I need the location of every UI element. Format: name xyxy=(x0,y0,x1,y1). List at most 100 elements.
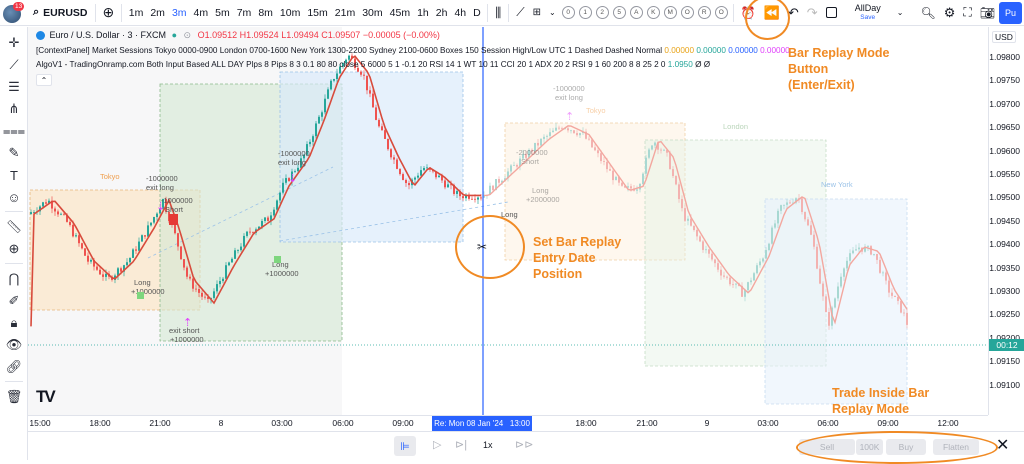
indicator-circle-button[interactable]: O xyxy=(680,6,694,19)
price-tick-label: 1.09700 xyxy=(989,98,1020,109)
dropdown-icon[interactable]: ⌄ xyxy=(545,2,560,24)
candle xyxy=(771,225,773,245)
pitchfork-icon[interactable]: ⋔ xyxy=(3,99,25,119)
time-tick-label: 12:00 xyxy=(937,418,959,428)
interval-2m[interactable]: 2m xyxy=(147,2,169,24)
interval-8m[interactable]: 8m xyxy=(255,2,277,24)
indicator-2-legend[interactable]: AlgoV1 - TradingOnramp.com Both Input Ba… xyxy=(36,60,710,69)
play-icon[interactable]: ▷ xyxy=(433,438,441,451)
indicator-circle-button[interactable]: A xyxy=(629,6,643,19)
divider xyxy=(5,211,23,212)
interval-15m[interactable]: 15m xyxy=(304,2,331,24)
separator xyxy=(94,3,96,22)
link-icon[interactable]: 🔗︎ xyxy=(3,357,25,377)
bar-style-icon[interactable]: ⫼ xyxy=(491,2,505,24)
jump-realtime-icon[interactable]: ⊳⊳ xyxy=(515,438,533,451)
indicator-circle-button[interactable]: R xyxy=(697,6,711,19)
indicator-1-legend[interactable]: [ContextPanel] Market Sessions Tokyo 000… xyxy=(36,46,790,55)
close-replay-icon[interactable]: ✕ xyxy=(996,435,1009,455)
zoom-in-icon[interactable]: ⊕ xyxy=(3,239,25,259)
price-axis[interactable]: USD 1.09800 1.09750 1.09700 1.09650 1.09600 1… xyxy=(988,27,1024,415)
brush-icon[interactable]: ✎ xyxy=(3,143,25,163)
eye-icon[interactable]: 👁︎ xyxy=(3,335,25,355)
separator xyxy=(732,3,734,22)
exit-marker-icon: ⇡ xyxy=(565,111,574,123)
price-tick-label: 1.09750 xyxy=(989,75,1020,86)
interval-D[interactable]: D xyxy=(470,2,485,24)
lock-icon[interactable]: 🔒︎ xyxy=(3,313,25,333)
indicator-circle-button[interactable]: K xyxy=(646,6,660,19)
interval-5m[interactable]: 5m xyxy=(212,2,234,24)
ruler-icon[interactable]: 📏︎ xyxy=(3,217,25,237)
indicator-circle-button[interactable]: 0 xyxy=(561,6,575,19)
change-value: −0.00005 (−0.00%) xyxy=(362,30,440,40)
time-axis[interactable]: 15:00 18:00 21:00 8 03:00 06:00 09:00 18:00 21:0… xyxy=(28,415,988,431)
crosshair-icon[interactable]: ✛ xyxy=(3,33,25,53)
indicator-circle-button[interactable]: 2 xyxy=(595,6,609,19)
interval-30m[interactable]: 30m xyxy=(359,2,386,24)
interval-3m[interactable]: 3m xyxy=(168,2,190,24)
templates-icon[interactable]: ⊞ xyxy=(529,2,545,24)
user-avatar[interactable]: 13 xyxy=(3,1,29,24)
indicator-circle-button[interactable]: O xyxy=(714,6,728,19)
time-tick-label: 8 xyxy=(218,418,224,428)
interval-1h[interactable]: 1h xyxy=(414,2,433,24)
candle xyxy=(870,245,872,256)
magnet-icon[interactable]: ⋂ xyxy=(3,269,25,289)
exit-marker-icon: ⇣ xyxy=(288,173,297,185)
smile-icon[interactable]: ☺ xyxy=(3,187,25,207)
stay-drawing-icon[interactable]: ✐ xyxy=(3,291,25,311)
interval-7m[interactable]: 7m xyxy=(233,2,255,24)
currency-selector[interactable]: USD xyxy=(992,31,1016,43)
interval-21m[interactable]: 21m xyxy=(331,2,358,24)
symbol-title[interactable]: Euro / U.S. Dollar · 3 · FXCM xyxy=(50,30,167,40)
select-bar-button[interactable]: ⊫ xyxy=(394,436,416,456)
horizontal-lines-icon[interactable]: ☰ xyxy=(3,77,25,97)
symbol-flag-icon xyxy=(36,31,45,41)
forward-step-icon[interactable]: ⊳| xyxy=(455,438,467,451)
long-value-4: +2000000 xyxy=(526,195,560,204)
chart-pane[interactable]: Tokyo Tokyo London New York -1000000 exi… xyxy=(28,27,988,415)
interval-2h[interactable]: 2h xyxy=(432,2,451,24)
chevron-down-icon[interactable]: ⌄ xyxy=(893,2,908,24)
publish-button[interactable]: Pu xyxy=(998,1,1022,24)
fullscreen-icon[interactable]: ⛶ xyxy=(959,2,975,24)
replay-control-bar: ⊫ ▷ ⊳| 1x ⊳⊳ Sell 100K Buy Flatten ✕ xyxy=(28,431,1024,464)
exit-long-value: -1000000 xyxy=(146,174,178,183)
layout-name-button[interactable]: AllDay Save xyxy=(851,2,885,24)
redo-icon[interactable]: ↷ xyxy=(803,2,822,24)
interval-4h[interactable]: 4h xyxy=(451,2,470,24)
candle xyxy=(825,294,827,313)
interval-45m[interactable]: 45m xyxy=(386,2,413,24)
interval-1m[interactable]: 1m xyxy=(125,2,147,24)
text-icon[interactable]: T xyxy=(3,165,25,185)
indicator-1-value: 0.00000 xyxy=(696,46,726,55)
indicator-circle-button[interactable]: 1 xyxy=(578,6,592,19)
eye-icon[interactable]: ⊙ xyxy=(184,30,192,40)
symbol-name: EURUSD xyxy=(43,6,88,19)
save-label: Save xyxy=(860,13,876,21)
indicators-icon[interactable]: ⟋ xyxy=(512,2,528,24)
notification-badge: 13 xyxy=(13,1,25,11)
indicator-circle-button[interactable]: 5 xyxy=(612,6,626,19)
candle xyxy=(396,157,398,170)
settings-gear-icon[interactable]: ⚙ xyxy=(940,2,960,24)
tokyo-label: Tokyo xyxy=(100,172,120,181)
collapse-legend-button[interactable]: ⌃ xyxy=(36,74,52,86)
newyork-label-future: New York xyxy=(821,180,853,189)
interval-4m[interactable]: 4m xyxy=(190,2,212,24)
symbol-search-button[interactable]: ⌕ EURUSD xyxy=(29,2,92,24)
candle xyxy=(477,196,479,205)
candle xyxy=(648,147,650,160)
layout-square-icon[interactable] xyxy=(822,2,841,24)
quick-search-icon[interactable]: 🔍︎ xyxy=(916,2,939,24)
compare-plus-button[interactable]: ⊕ xyxy=(99,2,119,24)
trend-line-icon[interactable]: ⟋ xyxy=(3,55,25,75)
long-label: Long xyxy=(134,278,151,287)
fib-icon[interactable]: ⩶ xyxy=(3,121,25,141)
camera-icon[interactable]: 📷︎ xyxy=(976,2,999,24)
interval-10m[interactable]: 10m xyxy=(276,2,303,24)
indicator-circle-button[interactable]: M xyxy=(663,6,677,19)
replay-speed[interactable]: 1x xyxy=(483,440,493,450)
trash-icon[interactable]: 🗑︎ xyxy=(3,387,25,407)
